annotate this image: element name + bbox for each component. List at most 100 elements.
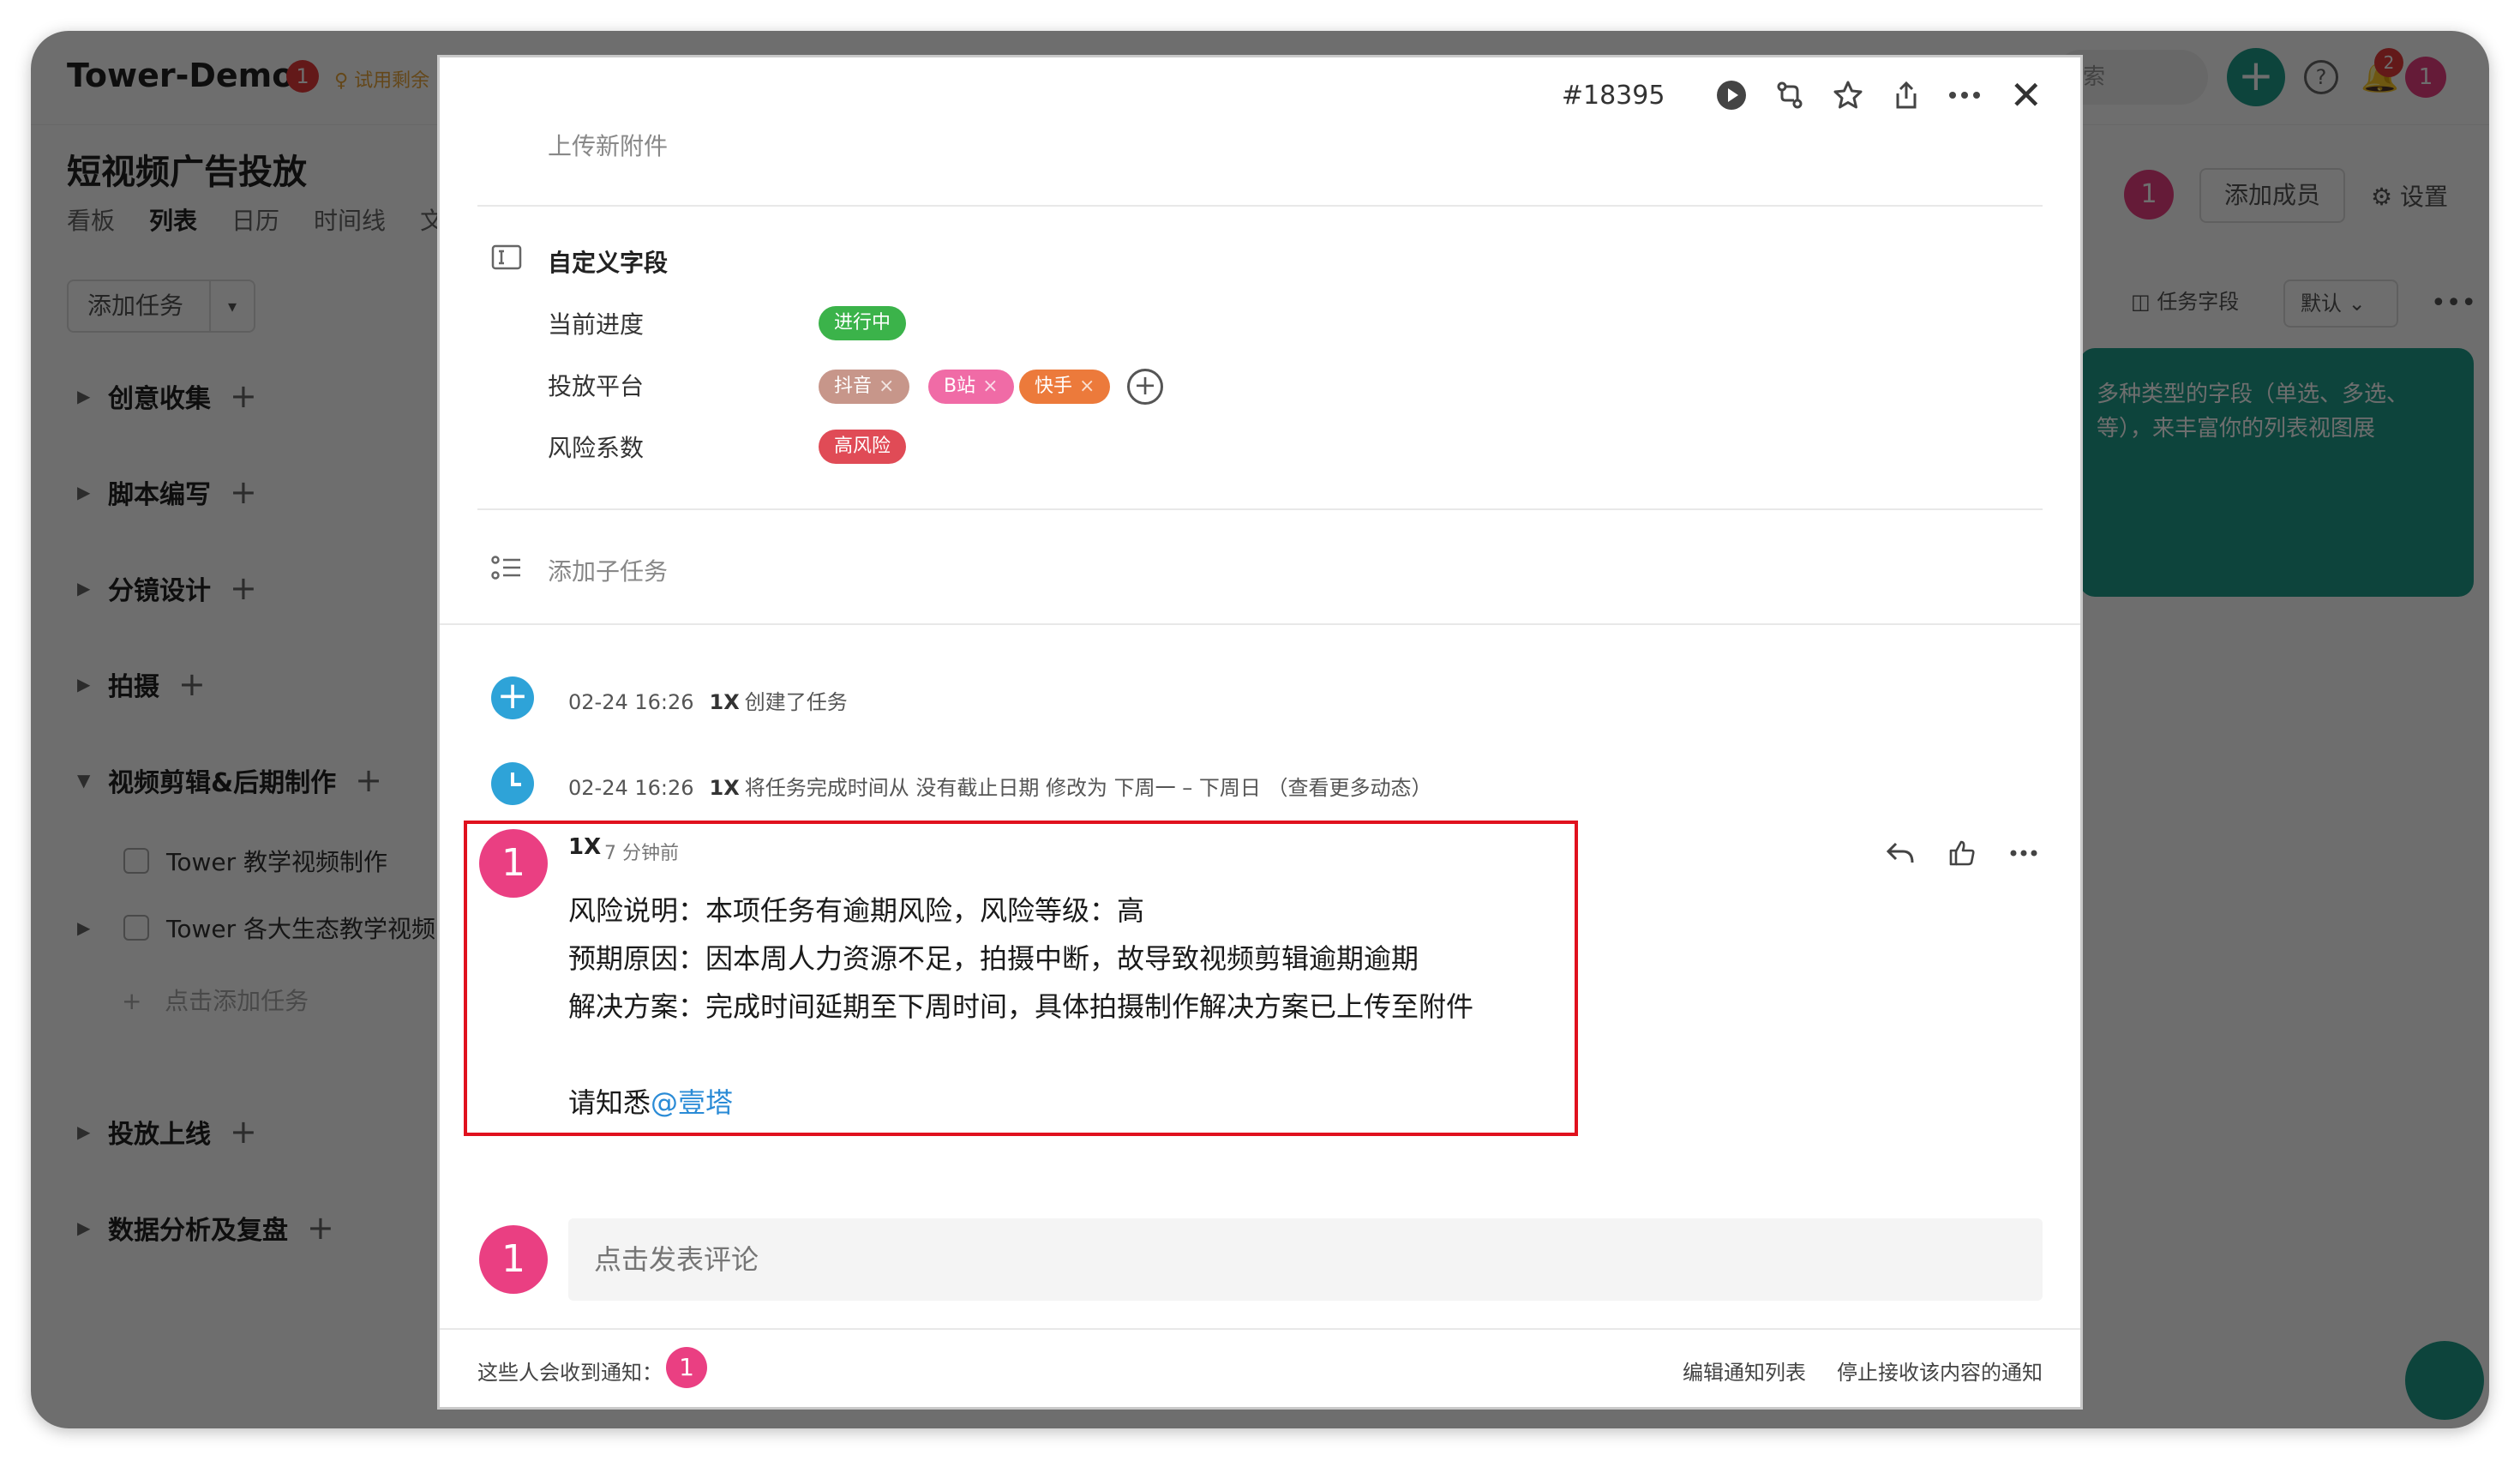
subtask-list-icon xyxy=(491,555,522,586)
chevron-right-icon[interactable]: ▶ xyxy=(77,674,108,694)
activity-item: 02-24 16:26 1X 创建了任务 xyxy=(568,690,848,714)
project-title: 短视频广告投放 xyxy=(67,153,307,192)
chat-support-button[interactable] xyxy=(2405,1341,2484,1420)
tip-card: 多种类型的字段（单选、多选、等），来丰富你的列表视图展 xyxy=(2079,348,2474,597)
plus-icon[interactable]: + xyxy=(307,1209,334,1247)
thumbs-up-icon[interactable] xyxy=(1945,836,1979,870)
custom-fields-title: 自定义字段 xyxy=(548,249,669,277)
chevron-right-icon[interactable]: ▶ xyxy=(77,482,108,502)
group-row[interactable]: ▶ 创意收集 + xyxy=(77,377,257,415)
add-subtask-link[interactable]: 添加子任务 xyxy=(548,553,668,587)
settings-button[interactable]: ⚙ 设置 xyxy=(2371,178,2448,213)
plus-icon[interactable]: + xyxy=(230,473,257,511)
trial-notice[interactable]: ♀ 试用剩余 xyxy=(334,65,429,93)
default-view-select[interactable]: 默认 ⌄ xyxy=(2283,280,2398,328)
task-row[interactable]: ▶ Tower 各大生态教学视频 xyxy=(77,911,435,945)
add-task-inline[interactable]: + 点击添加任务 xyxy=(122,983,309,1017)
current-user-avatar: 1 xyxy=(479,1225,548,1294)
add-tag-icon[interactable]: + xyxy=(1127,369,1163,405)
tab-board[interactable]: 看板 xyxy=(67,202,115,237)
custom-field-icon xyxy=(491,244,522,274)
comment-line-reason: 预期原因：因本周人力资源不足，拍摄中断，故导致视频剪辑逾期逾期 xyxy=(568,942,1419,975)
clock-icon xyxy=(491,762,534,805)
platform-tag-kuaishou[interactable]: 快手 × xyxy=(1019,370,1111,404)
plus-icon[interactable]: + xyxy=(230,377,257,415)
close-icon[interactable]: ✕ xyxy=(2009,75,2043,115)
task-checkbox[interactable] xyxy=(123,915,149,941)
risk-label: 风险系数 xyxy=(548,434,645,462)
add-task-button[interactable]: 添加任务 ▾ xyxy=(67,280,255,333)
notify-label: 这些人会收到通知： xyxy=(477,1361,663,1385)
comment-input[interactable] xyxy=(568,1218,2043,1301)
remove-tag-icon[interactable]: × xyxy=(879,376,894,397)
more-icon[interactable] xyxy=(1947,78,1982,112)
chevron-right-icon[interactable]: ▶ xyxy=(77,917,90,938)
group-row[interactable]: ▼ 视频剪辑&后期制作 + xyxy=(77,761,382,799)
chevron-right-icon[interactable]: ▶ xyxy=(77,578,108,598)
share-icon[interactable] xyxy=(1889,78,1923,112)
create-plus-button[interactable]: + xyxy=(2227,48,2285,106)
member-avatar[interactable]: 1 xyxy=(2124,170,2174,219)
more-icon[interactable]: ••• xyxy=(2431,288,2476,318)
comment-line-risk: 风险说明：本项任务有逾期风险，风险等级：高 xyxy=(568,894,1145,927)
plus-icon[interactable]: + xyxy=(178,665,206,703)
notify-actions: 编辑通知列表 停止接收该内容的通知 xyxy=(1683,1356,2043,1386)
stop-notify-link[interactable]: 停止接收该内容的通知 xyxy=(1837,1356,2043,1386)
task-row[interactable]: Tower 教学视频制作 xyxy=(123,844,387,878)
progress-status-tag[interactable]: 进行中 xyxy=(819,306,907,340)
mention-link[interactable]: @壹塔 xyxy=(651,1086,733,1119)
divider xyxy=(440,1328,2080,1330)
plus-icon[interactable]: + xyxy=(230,1113,257,1151)
remove-tag-icon[interactable]: × xyxy=(1079,376,1095,397)
group-row[interactable]: ▶ 拍摄 + xyxy=(77,665,206,703)
upload-attachment-link[interactable]: 上传新附件 xyxy=(548,128,668,162)
risk-level-tag[interactable]: 高风险 xyxy=(819,430,907,464)
group-row[interactable]: ▶ 数据分析及复盘 + xyxy=(77,1209,334,1247)
comment-author[interactable]: 1X xyxy=(568,834,601,860)
help-icon[interactable]: ? xyxy=(2304,60,2338,94)
task-fields-button[interactable]: ◫ 任务字段 xyxy=(2131,285,2239,315)
platform-tag-douyin[interactable]: 抖音 × xyxy=(819,370,910,404)
divider xyxy=(477,508,2043,510)
divider xyxy=(440,623,2080,625)
edit-notify-list-link[interactable]: 编辑通知列表 xyxy=(1683,1356,1806,1386)
task-checkbox[interactable] xyxy=(123,848,149,874)
brand-name[interactable]: Tower-Demo xyxy=(67,57,294,94)
tab-list[interactable]: 列表 xyxy=(149,202,197,237)
group-row[interactable]: ▶ 投放上线 + xyxy=(77,1113,257,1151)
brand-badge: 1 xyxy=(286,60,319,93)
comment-avatar[interactable]: 1 xyxy=(479,829,548,898)
activity-item[interactable]: 02-24 16:26 1X 将任务完成时间从 没有截止日期 修改为 下周一 – 下… xyxy=(568,771,1432,801)
chevron-down-icon[interactable]: ▾ xyxy=(209,281,254,331)
reply-icon[interactable] xyxy=(1883,836,1917,870)
play-icon[interactable] xyxy=(1714,78,1749,112)
plus-icon[interactable]: + xyxy=(230,569,257,607)
remove-tag-icon[interactable]: × xyxy=(982,376,998,397)
chevron-right-icon[interactable]: ▶ xyxy=(77,1121,108,1142)
chevron-right-icon[interactable]: ▶ xyxy=(77,386,108,406)
divider xyxy=(477,205,2043,207)
platform-tag-bilibili[interactable]: B站 × xyxy=(928,370,1014,404)
group-row[interactable]: ▶ 分镜设计 + xyxy=(77,569,257,607)
platform-label: 投放平台 xyxy=(548,372,645,400)
modal-header: #18395 ✕ xyxy=(440,57,2080,133)
chevron-down-icon[interactable]: ▼ xyxy=(77,770,108,791)
star-icon[interactable] xyxy=(1831,78,1865,112)
branch-icon[interactable] xyxy=(1773,78,1807,112)
plus-icon[interactable]: + xyxy=(355,761,382,799)
comment-time: 7 分钟前 xyxy=(604,843,679,864)
add-member-button[interactable]: 添加成员 xyxy=(2199,168,2345,223)
tab-timeline[interactable]: 时间线 xyxy=(314,202,386,237)
comment-line-solution: 解决方案：完成时间延期至下周时间，具体拍摄制作解决方案已上传至附件 xyxy=(568,990,1474,1023)
notify-member-avatar[interactable]: 1 xyxy=(666,1347,707,1388)
comment-actions xyxy=(1883,836,2041,870)
group-row[interactable]: ▶ 脚本编写 + xyxy=(77,473,257,511)
tab-calendar[interactable]: 日历 xyxy=(231,202,279,237)
task-number[interactable]: #18395 xyxy=(1562,81,1665,111)
more-icon[interactable] xyxy=(2007,836,2041,870)
notification-badge: 2 xyxy=(2374,48,2403,77)
view-tabs: 看板 列表 日历 时间线 文 xyxy=(67,202,444,237)
chevron-right-icon[interactable]: ▶ xyxy=(77,1218,108,1238)
comment-line-notice: 请知悉@壹塔 xyxy=(568,1086,734,1119)
user-avatar[interactable]: 1 xyxy=(2405,57,2446,98)
